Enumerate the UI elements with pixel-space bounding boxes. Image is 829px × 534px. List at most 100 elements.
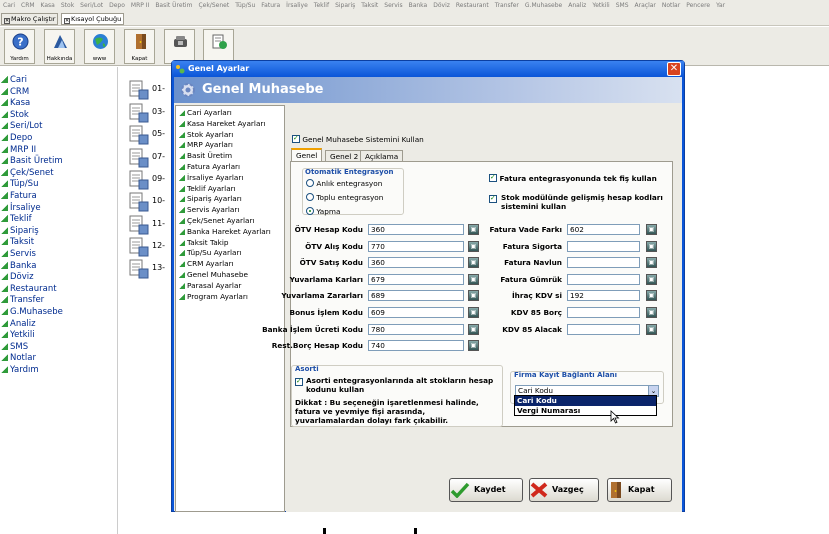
account-code-input[interactable]: 770 xyxy=(368,240,464,252)
nav-item[interactable]: Transfer xyxy=(1,295,44,305)
menu-item[interactable]: Servis xyxy=(381,0,405,11)
radio-button[interactable] xyxy=(306,207,314,215)
nav-item[interactable]: CRM xyxy=(1,87,29,97)
lookup-icon[interactable]: ▣ xyxy=(468,240,479,252)
advanced-account-codes-checkbox[interactable] xyxy=(489,194,497,204)
lookup-icon[interactable]: ▣ xyxy=(646,307,657,318)
settings-category-item[interactable]: CRM Ayarları xyxy=(179,259,234,269)
lookup-icon[interactable]: ▣ xyxy=(646,257,657,269)
lookup-icon[interactable]: ▣ xyxy=(646,273,657,285)
menu-item[interactable]: Döviz xyxy=(430,0,453,11)
settings-category-item[interactable]: Sipariş Ayarları xyxy=(179,194,242,204)
nav-item[interactable]: Restaurant xyxy=(1,284,57,294)
checkbox[interactable] xyxy=(489,173,497,182)
dropdown-option-tax-number[interactable]: Vergi Numarası xyxy=(515,406,656,416)
menu-item[interactable]: Araçlar xyxy=(632,0,659,11)
account-code-input[interactable]: 360 xyxy=(368,257,464,269)
lookup-icon[interactable]: ▣ xyxy=(646,323,657,335)
menu-item[interactable]: Pencere xyxy=(683,0,713,11)
settings-category-item[interactable]: Genel Muhasebe xyxy=(179,270,248,280)
help-button[interactable]: ? Yardım xyxy=(4,29,35,64)
nav-item[interactable]: Banka xyxy=(1,261,36,271)
settings-category-item[interactable]: Taksit Takip xyxy=(179,238,229,248)
nav-item[interactable]: G.Muhasebe xyxy=(1,307,63,317)
nav-item[interactable]: Analiz xyxy=(1,319,36,329)
menu-item[interactable]: Yetkili xyxy=(589,0,612,11)
lookup-icon[interactable]: ▣ xyxy=(468,340,479,352)
menu-item[interactable]: SMS xyxy=(613,0,632,11)
radio-button[interactable] xyxy=(306,179,314,187)
menu-item[interactable]: Kasa xyxy=(38,0,58,11)
radio-instant-integration[interactable]: Anlık entegrasyon xyxy=(306,179,382,188)
about-button[interactable]: Hakkında xyxy=(44,29,75,64)
menu-item[interactable]: Analiz xyxy=(565,0,589,11)
menu-item[interactable]: Tüp/Su xyxy=(232,0,258,11)
menu-item[interactable]: Taksit xyxy=(358,0,381,11)
account-code-input[interactable]: 679 xyxy=(368,273,464,285)
dialog-titlebar[interactable]: Genel Ayarlar ✕ xyxy=(172,61,684,77)
lookup-icon[interactable]: ▣ xyxy=(468,257,479,269)
nav-item[interactable]: Döviz xyxy=(1,272,34,282)
menu-item[interactable]: Çek/Senet xyxy=(195,0,232,11)
account-code-input[interactable] xyxy=(567,307,640,318)
menu-item[interactable]: Yar xyxy=(713,0,728,11)
menu-item[interactable]: Banka xyxy=(406,0,431,11)
menu-item[interactable]: CRM xyxy=(18,0,38,11)
nav-item[interactable]: Çek/Senet xyxy=(1,168,54,178)
account-code-input[interactable]: 780 xyxy=(368,323,464,335)
menu-item[interactable]: Depo xyxy=(106,0,128,11)
asorti-checkbox[interactable] xyxy=(295,377,303,387)
menu-item[interactable]: Notlar xyxy=(659,0,683,11)
settings-category-item[interactable]: Cari Ayarları xyxy=(179,108,232,118)
radio-none-integration[interactable]: Yapma xyxy=(306,207,340,216)
document-refresh-button[interactable] xyxy=(203,29,234,64)
toolbar-tab-macro[interactable]: ✕ Makro Çalıştır xyxy=(1,13,59,25)
www-button[interactable]: www xyxy=(84,29,115,64)
lookup-icon[interactable]: ▣ xyxy=(468,224,479,235)
settings-category-item[interactable]: Kasa Hareket Ayarları xyxy=(179,119,265,129)
settings-category-item[interactable]: Program Ayarları xyxy=(179,292,248,302)
nav-item[interactable]: Teklif xyxy=(1,214,32,224)
account-code-input[interactable]: 689 xyxy=(368,290,464,302)
settings-category-item[interactable]: Servis Ayarları xyxy=(179,205,239,215)
close-app-button[interactable]: Kapat xyxy=(124,29,155,64)
use-system-checkbox[interactable]: Genel Muhasebe Sistemini Kullan xyxy=(292,134,424,144)
cancel-button[interactable]: Vazgeç xyxy=(529,478,599,502)
account-code-input[interactable] xyxy=(567,323,640,335)
settings-category-item[interactable]: Banka Hareket Ayarları xyxy=(179,227,271,237)
settings-category-item[interactable]: Basit Üretim xyxy=(179,151,232,161)
single-voucher-checkbox[interactable]: Fatura entegrasyonunda tek fiş kullan xyxy=(489,173,657,183)
menu-item[interactable]: Seri/Lot xyxy=(77,0,106,11)
nav-item[interactable]: Tüp/Su xyxy=(1,179,38,189)
nav-item[interactable]: Cari xyxy=(1,75,27,85)
toolbar-tab-shortcut-bar[interactable]: ✕ Kısayol Çubuğu xyxy=(61,13,125,25)
menu-item[interactable]: MRP II xyxy=(128,0,152,11)
nav-item[interactable]: Taksit xyxy=(1,237,34,247)
menu-item[interactable]: Fatura xyxy=(258,0,283,11)
radio-batch-integration[interactable]: Toplu entegrasyon xyxy=(306,193,383,202)
account-code-input[interactable]: 740 xyxy=(368,340,464,352)
settings-category-item[interactable]: Tüp/Su Ayarları xyxy=(179,248,242,258)
nav-item[interactable]: Yetkili xyxy=(1,330,35,340)
nav-item[interactable]: Stok xyxy=(1,110,29,120)
settings-category-item[interactable]: MRP Ayarları xyxy=(179,140,233,150)
save-button[interactable]: Kaydet xyxy=(449,478,523,502)
dropdown-option-customer-code[interactable]: Cari Kodu xyxy=(515,396,656,406)
account-code-input[interactable]: 360 xyxy=(368,224,464,235)
menu-item[interactable]: Restaurant xyxy=(453,0,492,11)
account-code-input[interactable]: 602 xyxy=(567,224,640,235)
account-code-input[interactable]: 192 xyxy=(567,290,640,302)
menu-item[interactable]: Cari xyxy=(0,0,18,11)
lookup-icon[interactable]: ▣ xyxy=(468,323,479,335)
menu-item[interactable]: G.Muhasebe xyxy=(522,0,565,11)
nav-item[interactable]: Basit Üretim xyxy=(1,156,63,166)
lookup-icon[interactable]: ▣ xyxy=(468,273,479,285)
nav-item[interactable]: Yardım xyxy=(1,365,39,375)
tab-general[interactable]: Genel xyxy=(291,148,323,162)
nav-item[interactable]: SMS xyxy=(1,342,28,352)
settings-category-item[interactable]: Çek/Senet Ayarları xyxy=(179,216,255,226)
nav-item[interactable]: MRP II xyxy=(1,145,36,155)
nav-item[interactable]: Notlar xyxy=(1,353,36,363)
nav-item[interactable]: Servis xyxy=(1,249,36,259)
checkbox[interactable] xyxy=(295,377,303,386)
